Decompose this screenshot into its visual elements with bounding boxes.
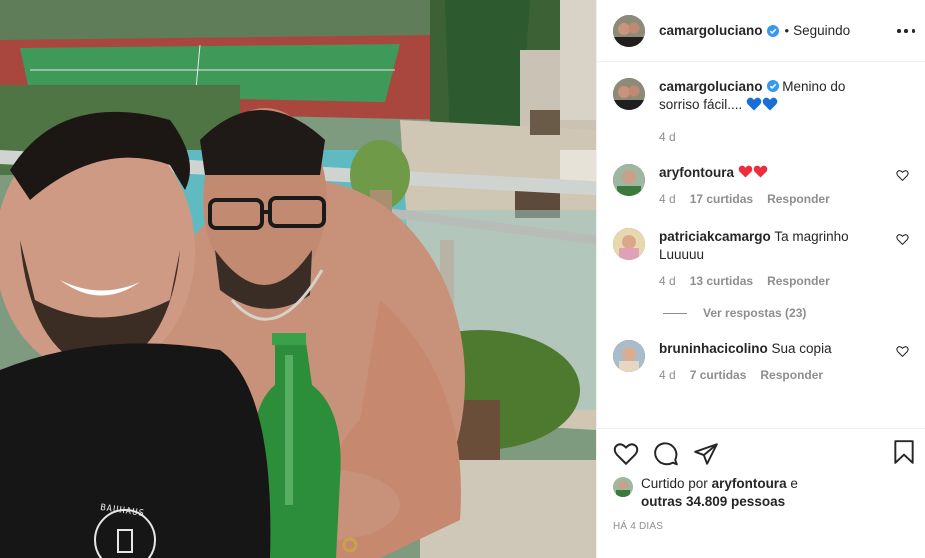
more-options-icon[interactable] [897,22,915,40]
post-date[interactable]: HÁ 4 DIAS [613,521,909,532]
follow-status-button[interactable]: Seguindo [793,23,850,38]
comment-like-heart-icon[interactable] [896,169,909,182]
caption: camargoluciano Menino do sorriso fácil..… [613,78,909,144]
post-actions: Curtido por aryfontoura e outras 34.809 … [597,428,925,558]
comment-likes[interactable]: 7 curtidas [690,368,747,382]
commenter-avatar[interactable] [613,164,645,196]
comment-time[interactable]: 4 d [659,192,676,206]
comment-item: patriciakcamargo Ta magrinho Luuuuu 4 d … [613,228,909,288]
likes-count-link[interactable]: outras 34.809 pessoas [641,494,785,509]
blue-heart-emoji-icon [762,97,778,111]
author-username[interactable]: camargoluciano [659,23,763,38]
paper-plane-icon[interactable] [693,441,719,467]
author-avatar[interactable] [613,14,645,47]
blue-heart-emoji-icon [746,97,762,111]
commenter-username[interactable]: patriciakcamargo [659,229,771,244]
reply-button[interactable]: Responder [760,368,823,382]
comment-likes[interactable]: 13 curtidas [690,274,753,288]
replies-divider [663,312,687,314]
liker-avatar[interactable] [613,477,633,497]
post-photo[interactable]: BAUHAUS [0,0,596,558]
caption-text: camargoluciano Menino do sorriso fácil..… [659,78,885,114]
reply-button[interactable]: Responder [767,274,830,288]
comment-item: aryfontoura 4 d 17 curtidas Responder [613,164,909,206]
view-replies-button[interactable]: Ver respostas (23) [663,306,909,320]
selfie-photo [0,0,596,558]
comment-like-heart-icon[interactable] [896,345,909,358]
commenter-avatar[interactable] [613,228,645,260]
comment-like-heart-icon[interactable] [896,233,909,246]
instagram-post: BAUHAUS camargoluciano • Seguindo camarg… [0,0,925,558]
comment-likes[interactable]: 17 curtidas [690,192,753,206]
comment-icon[interactable] [653,441,679,467]
post-header: camargoluciano • Seguindo [597,0,925,62]
caption-username[interactable]: camargoluciano [659,79,763,94]
commenter-username[interactable]: bruninhacicolino [659,341,768,356]
comment-time[interactable]: 4 d [659,368,676,382]
comment-text: patriciakcamargo Ta magrinho Luuuuu [659,229,849,262]
bookmark-icon[interactable] [891,439,917,465]
caption-time[interactable]: 4 d [659,130,676,144]
commenter-username[interactable]: aryfontoura [659,165,734,180]
comment-item: bruninhacicolino Sua copia 4 d 7 curtida… [613,340,909,382]
comment-text: bruninhacicolino Sua copia [659,341,832,356]
commenter-avatar[interactable] [613,340,645,372]
post-sidebar: camargoluciano • Seguindo camargoluciano… [596,0,925,558]
red-heart-emoji-icon [738,165,753,178]
verified-badge-icon [766,24,779,37]
liker-username[interactable]: aryfontoura [712,476,787,491]
heart-icon[interactable] [613,441,639,467]
verified-badge-icon [766,80,779,92]
reply-button[interactable]: Responder [767,192,830,206]
comment-text: aryfontoura [659,164,885,182]
red-heart-emoji-icon [753,165,768,178]
comments-list: camargoluciano Menino do sorriso fácil..… [597,62,925,428]
caption-avatar[interactable] [613,78,645,110]
separator-dot: • [784,23,790,38]
likes-summary: Curtido por aryfontoura e outras 34.809 … [613,475,909,511]
comment-time[interactable]: 4 d [659,274,676,288]
